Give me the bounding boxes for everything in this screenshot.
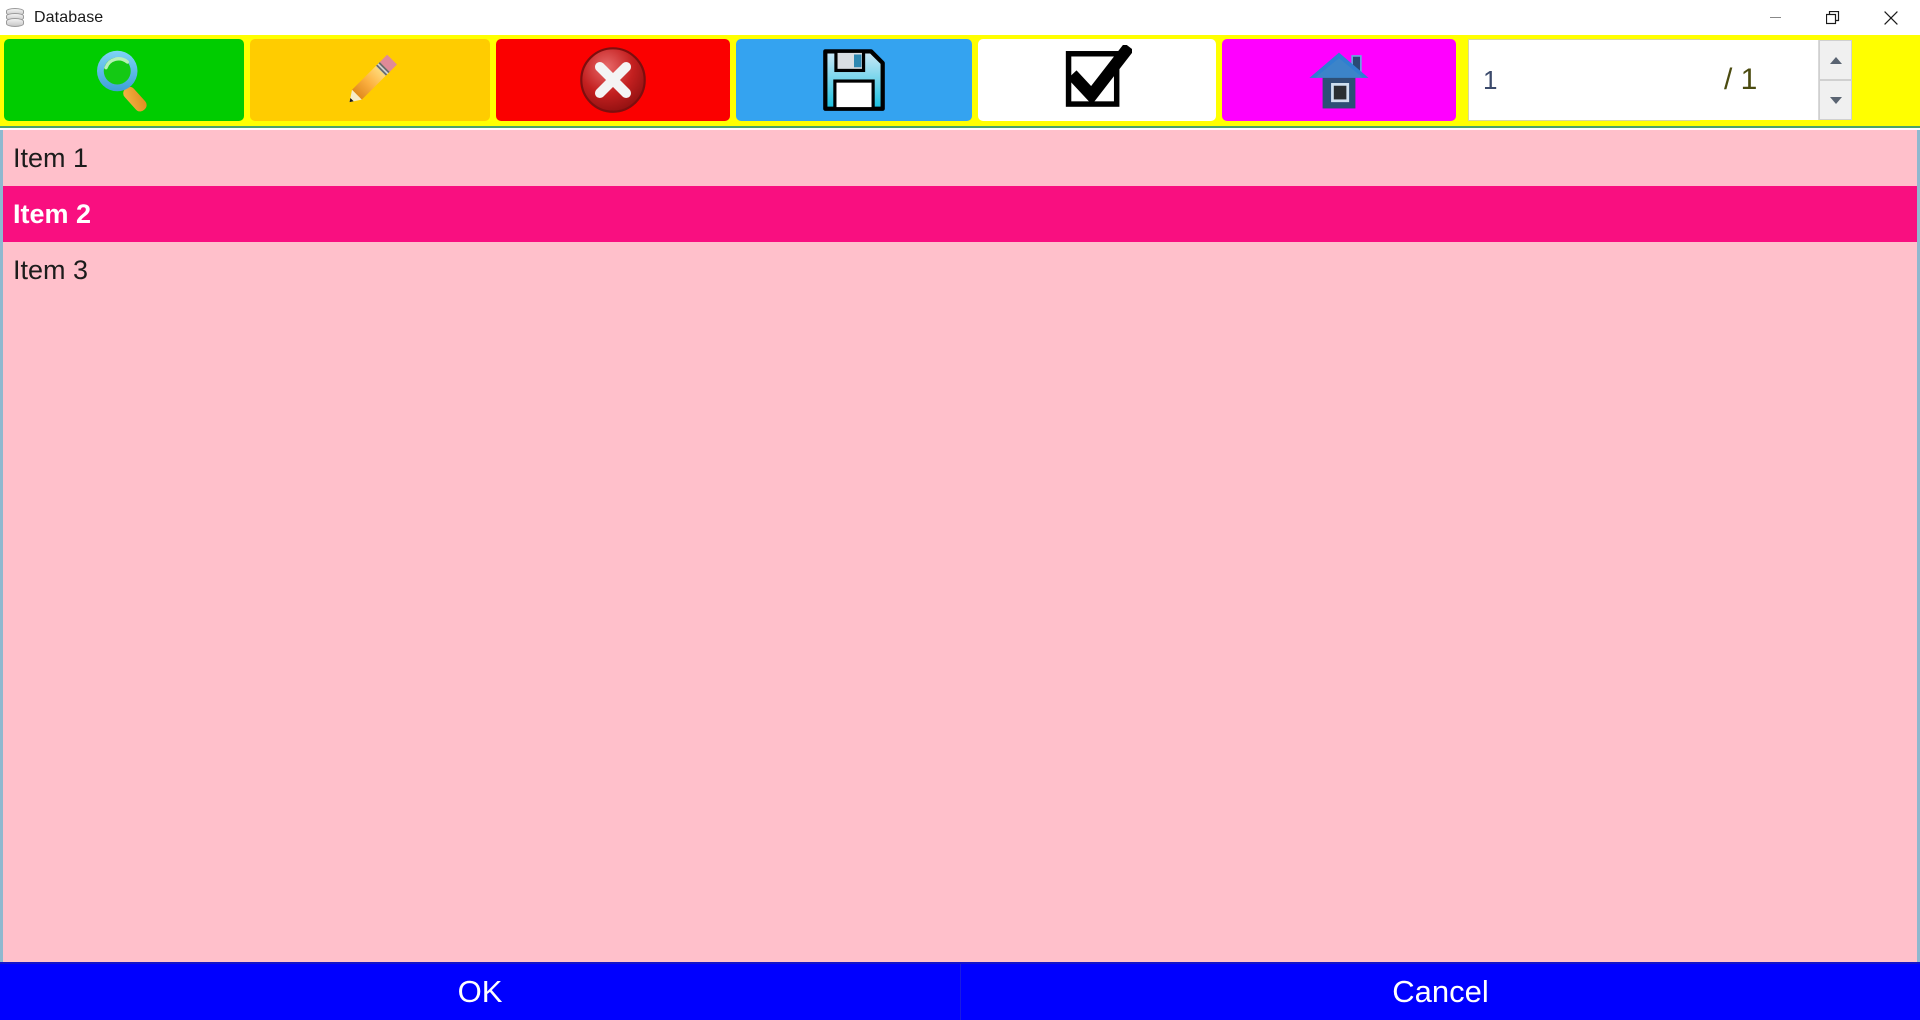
window-title: Database bbox=[34, 8, 104, 26]
triangle-down-icon[interactable] bbox=[1819, 80, 1852, 120]
edit-button[interactable] bbox=[250, 39, 490, 121]
restore-icon[interactable] bbox=[1804, 0, 1862, 35]
home-button[interactable] bbox=[1222, 39, 1456, 121]
minimize-icon[interactable] bbox=[1746, 0, 1804, 35]
database-icon bbox=[4, 7, 26, 29]
cancel-button[interactable]: Cancel bbox=[960, 964, 1920, 1020]
list-item[interactable]: Item 2 bbox=[3, 186, 1917, 242]
page-input[interactable] bbox=[1469, 40, 1818, 120]
list-item[interactable]: Item 3 bbox=[3, 242, 1917, 298]
search-button[interactable] bbox=[4, 39, 244, 121]
dialog-footer: OK Cancel bbox=[0, 962, 1920, 1020]
page-spinner bbox=[1468, 39, 1852, 121]
confirm-button[interactable] bbox=[978, 39, 1216, 121]
toolbar: / 1 bbox=[0, 35, 1920, 128]
delete-button[interactable] bbox=[496, 39, 730, 121]
checkbox-icon bbox=[1062, 45, 1132, 115]
close-icon[interactable] bbox=[1862, 0, 1920, 35]
window-controls bbox=[1746, 0, 1920, 35]
title-bar: Database bbox=[0, 0, 1920, 35]
triangle-up-icon[interactable] bbox=[1819, 40, 1852, 80]
ok-button[interactable]: OK bbox=[0, 964, 960, 1020]
house-icon bbox=[1304, 45, 1374, 115]
page-total-label: / 1 bbox=[1724, 63, 1758, 96]
floppy-disk-icon bbox=[820, 46, 888, 114]
delete-x-icon bbox=[578, 45, 648, 115]
record-list[interactable]: Item 1 Item 2 Item 3 bbox=[0, 130, 1920, 962]
magnifier-icon bbox=[88, 44, 160, 116]
list-item[interactable]: Item 1 bbox=[3, 130, 1917, 186]
save-button[interactable] bbox=[736, 39, 972, 121]
database-window: Database 1 / 1 Item 1 Item 2 Item 3 OK C… bbox=[0, 0, 1920, 1020]
pencil-icon bbox=[333, 43, 407, 117]
page-spinner-buttons bbox=[1818, 40, 1852, 120]
